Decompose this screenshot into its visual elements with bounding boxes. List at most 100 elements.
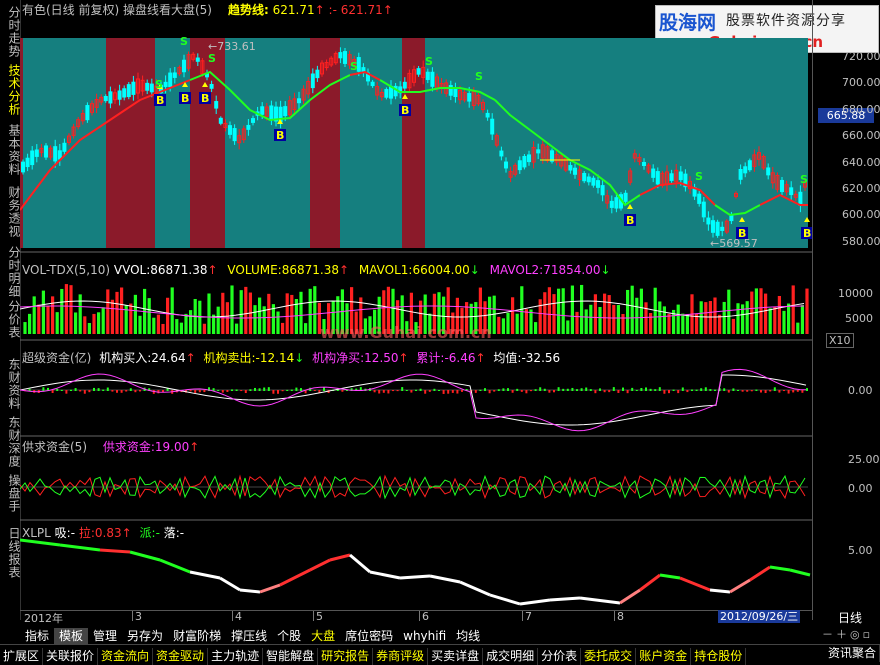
- vol-title: VOL-TDX(5,10): [22, 263, 111, 277]
- la-value: 0.83: [94, 526, 122, 540]
- bottom-tab-1[interactable]: 模板: [54, 628, 89, 645]
- fund-bar: [645, 387, 647, 391]
- xi-value: -: [70, 526, 76, 540]
- fund-bar: [438, 389, 440, 391]
- candle-body: [62, 142, 67, 152]
- sidebar-tab-9[interactable]: 日线报表: [0, 527, 21, 579]
- function-button-6[interactable]: 研究报告: [318, 648, 374, 665]
- function-button-10[interactable]: 分价表: [538, 648, 582, 665]
- volume-bar: [538, 299, 542, 334]
- candle-body: [586, 176, 591, 183]
- function-button-13[interactable]: 持仓股份: [691, 648, 747, 665]
- volume-bar: [791, 285, 795, 334]
- fund-bar: [392, 390, 394, 392]
- candle-body: [738, 169, 743, 180]
- volume-bar: [69, 285, 73, 334]
- bottom-tab-0[interactable]: 指标: [20, 628, 54, 645]
- candle-body: [108, 91, 113, 104]
- function-button-9[interactable]: 成交明细: [483, 648, 539, 665]
- volume-bar: [584, 309, 588, 334]
- zoom-in-icon[interactable]: ＋: [836, 628, 850, 641]
- fund-bar: [70, 389, 72, 391]
- fund-bar: [502, 388, 505, 391]
- fund-bar: [695, 389, 698, 391]
- function-button-1[interactable]: 关联报价: [43, 648, 99, 665]
- candle-body: [467, 93, 472, 102]
- fund-bar: [750, 390, 753, 392]
- function-button-4[interactable]: 主力轨迹: [208, 648, 264, 665]
- fund-bar: [258, 388, 261, 391]
- volume-bar: [23, 322, 27, 334]
- candle-body: [30, 150, 35, 166]
- candle-body: [591, 177, 596, 186]
- sidebar-tab-0[interactable]: 分时走势: [0, 6, 21, 58]
- bottom-tab-9[interactable]: whyhifi: [398, 628, 451, 645]
- function-button-2[interactable]: 资金流向: [98, 648, 154, 665]
- sidebar-tab-8[interactable]: 操盘手: [0, 474, 21, 513]
- function-button-11[interactable]: 委托成交: [581, 648, 637, 665]
- volume-bar: [308, 288, 312, 334]
- bottom-tab-6[interactable]: 个股: [272, 628, 306, 645]
- fund-bar: [562, 388, 565, 391]
- settings-icon[interactable]: ◎: [850, 628, 863, 641]
- function-button-5[interactable]: 智能解盘: [263, 648, 319, 665]
- sidebar-tab-2[interactable]: 基本资料: [0, 124, 21, 176]
- function-button-12[interactable]: 账户资金: [636, 648, 692, 665]
- fund-bar: [281, 390, 284, 392]
- sidebar-tab-7[interactable]: 东财深度: [0, 416, 21, 468]
- sidebar-tab-1[interactable]: 技术分析: [0, 64, 21, 116]
- sidebar-tab-5[interactable]: 分价表: [0, 300, 21, 339]
- avg-value: -32.56: [521, 351, 561, 365]
- fund-bar: [286, 389, 289, 391]
- volume-bar: [78, 294, 82, 334]
- candle-body: [182, 59, 186, 73]
- fund-bar: [217, 389, 220, 391]
- lock-icon[interactable]: ▫: [863, 628, 873, 641]
- candle-body: [596, 180, 600, 188]
- xlpl-curve-segment: [20, 538, 61, 547]
- candle-body: [168, 72, 173, 88]
- volume-bar: [534, 322, 538, 334]
- fund-bar: [254, 387, 256, 391]
- zoom-out-icon[interactable]: －: [822, 628, 836, 641]
- function-button-8[interactable]: 买卖详盘: [428, 648, 484, 665]
- fund-bar: [626, 390, 629, 394]
- sidebar-tab-6[interactable]: 东财资料: [0, 358, 21, 410]
- fund-bar: [530, 390, 532, 392]
- function-button-0[interactable]: 扩展区: [0, 648, 44, 665]
- candle-body: [209, 84, 214, 89]
- bottom-tab-10[interactable]: 均线: [451, 628, 485, 645]
- candle-body: [85, 105, 90, 121]
- volume-bar: [805, 288, 809, 334]
- volume-value: 86871.38: [281, 263, 339, 277]
- fund-bar: [203, 390, 206, 393]
- bottom-tab-3[interactable]: 另存为: [122, 628, 168, 645]
- candle-body: [416, 68, 421, 75]
- bottom-tab-5[interactable]: 撑压线: [226, 628, 272, 645]
- bottom-tab-8[interactable]: 席位密码: [340, 628, 398, 645]
- sidebar-tab-3[interactable]: 财务透视: [0, 186, 21, 238]
- candle-body: [25, 157, 30, 168]
- xlpl-curve-segment: [59, 543, 101, 552]
- candle-body: [517, 160, 522, 171]
- sell-signal-icon: S: [475, 70, 483, 83]
- sidebar-tab-4[interactable]: 分时明细: [0, 246, 21, 298]
- volume-bar: [110, 299, 114, 334]
- function-button-3[interactable]: 资金驱动: [153, 648, 209, 665]
- right-axis-area: [812, 0, 880, 620]
- period-label[interactable]: 日线: [838, 609, 862, 626]
- fund-bar: [102, 389, 105, 391]
- candle-body: [338, 52, 343, 59]
- zoom-controls[interactable]: －＋◎▫: [822, 626, 873, 642]
- function-button-7[interactable]: 券商评级: [373, 648, 429, 665]
- bottom-tab-7[interactable]: 大盘: [306, 628, 340, 645]
- fund-bar: [378, 390, 381, 394]
- function-button-14[interactable]: 资讯聚合: [825, 645, 880, 662]
- sell-signal-icon: S: [800, 173, 808, 186]
- month-label: 5: [316, 610, 323, 623]
- candle-body: [34, 149, 39, 157]
- bottom-tab-2[interactable]: 管理: [88, 628, 122, 645]
- bottom-tab-4[interactable]: 财富阶梯: [168, 628, 226, 645]
- fund-bar: [120, 390, 123, 393]
- fund-bar: [28, 388, 31, 391]
